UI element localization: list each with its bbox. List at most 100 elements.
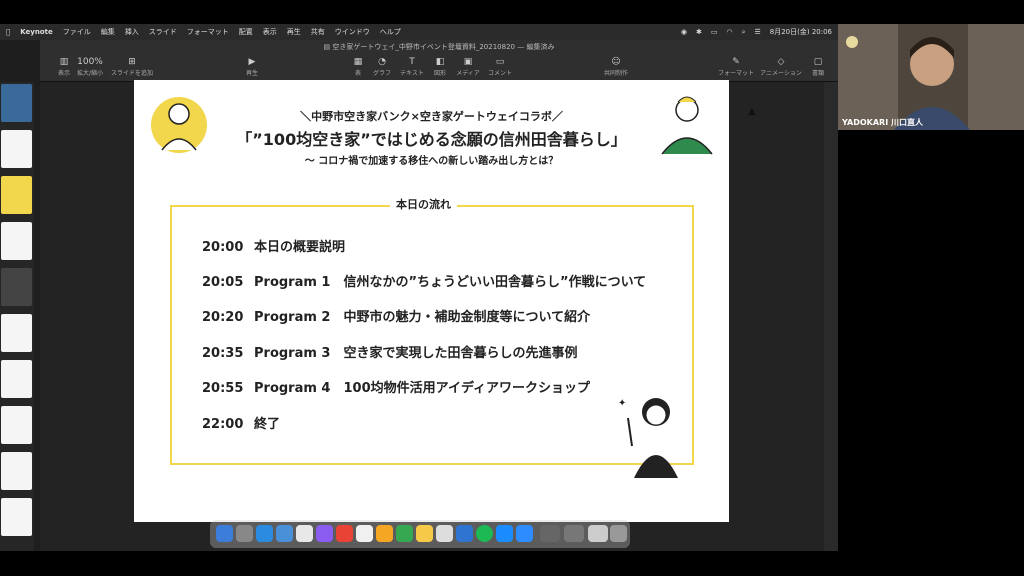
- slack-icon[interactable]: [296, 525, 313, 542]
- numbers-icon[interactable]: [396, 525, 413, 542]
- slide-thumbnail[interactable]: [1, 360, 32, 398]
- comment-icon: ▭: [495, 57, 505, 67]
- chart-label: グラフ: [372, 70, 391, 77]
- schedule-item: 20:05 Program 1 信州なかの”ちょうどいい田舎暮らし”作戦について: [202, 271, 646, 290]
- finder-icon[interactable]: [216, 525, 233, 542]
- menu-bar:  Keynote ファイル 編集 挿入 スライド フォーマット 配置 表示 再…: [0, 24, 838, 40]
- window-title: 空き家ゲートウェイ_中野市イベント登壇資料_20210820: [332, 43, 515, 51]
- apple-icon[interactable]: : [6, 28, 10, 36]
- menu-play[interactable]: 再生: [287, 27, 301, 37]
- clock[interactable]: 8月20日(金) 20:06: [770, 27, 832, 37]
- mail-icon[interactable]: [276, 525, 293, 542]
- add-slide-icon: ⊞: [128, 57, 136, 67]
- zoom-app-icon[interactable]: [516, 525, 533, 542]
- schedule-text: 終了: [254, 417, 281, 432]
- menu-insert[interactable]: 挿入: [125, 27, 139, 37]
- schedule-time: 20:05: [202, 275, 244, 290]
- launchpad-icon[interactable]: [236, 525, 253, 542]
- collaborate-button[interactable]: ☺ 共同制作: [596, 56, 636, 77]
- slide-thumbnail[interactable]: [1, 130, 32, 168]
- status-area: ◉ ✱ ▭ ◠ ⌕ ☰ 8月20日(金) 20:06: [672, 27, 832, 37]
- wifi-icon[interactable]: ◠: [726, 28, 732, 36]
- slide-thumbnail[interactable]: [1, 222, 32, 260]
- edited-status: — 編集済み: [517, 43, 555, 51]
- control-center-icon[interactable]: ☰: [754, 28, 760, 36]
- schedule-text: Program 2 中野市の魅力・補助金制度等について紹介: [254, 310, 591, 325]
- slide-thumbnail[interactable]: [1, 268, 32, 306]
- comment-button[interactable]: ▭ コメント: [480, 56, 520, 77]
- schedule-item: 20:00 本日の概要説明: [202, 236, 345, 255]
- menu-arrange[interactable]: 配置: [239, 27, 253, 37]
- slide-thumbnail[interactable]: [1, 452, 32, 490]
- schedule-item: 22:00 終了: [202, 413, 280, 432]
- notes-icon[interactable]: [356, 525, 373, 542]
- schedule-text: Program 1 信州なかの”ちょうどいい田舎暮らし”作戦について: [254, 275, 647, 290]
- app-store-icon[interactable]: [496, 525, 513, 542]
- pages-icon[interactable]: [416, 525, 433, 542]
- record-icon[interactable]: ◉: [681, 28, 687, 36]
- schedule-time: 20:35: [202, 346, 244, 361]
- menu-window[interactable]: ウインドウ: [335, 27, 370, 37]
- schedule-time: 20:00: [202, 240, 244, 255]
- slide[interactable]: ＼中野市空き家バンク×空き家ゲートウェイコラボ／ 「”100均空き家”ではじめる…: [134, 80, 729, 522]
- zoom-label: 拡大/縮小: [76, 70, 104, 77]
- animate-label: アニメーション: [760, 70, 802, 77]
- window-thumbnail-icon[interactable]: [564, 525, 584, 542]
- keynote-icon[interactable]: [456, 525, 473, 542]
- bluetooth-icon[interactable]: ✱: [696, 28, 702, 36]
- play-button[interactable]: ▶ 再生: [232, 56, 272, 77]
- chrome-icon[interactable]: [336, 525, 353, 542]
- slide-thumbnail[interactable]: [1, 84, 32, 122]
- menu-view[interactable]: 表示: [263, 27, 277, 37]
- messenger-icon[interactable]: [316, 525, 333, 542]
- slide-thumbnail[interactable]: [1, 176, 32, 214]
- slide-subtitle-top: ＼中野市空き家バンク×空き家ゲートウェイコラボ／: [300, 110, 563, 123]
- photos-icon[interactable]: [376, 525, 393, 542]
- window-thumbnail-icon[interactable]: [540, 525, 560, 542]
- play-label: 再生: [245, 70, 258, 77]
- slide-thumbnail[interactable]: [1, 406, 32, 444]
- trash-icon[interactable]: [610, 525, 627, 542]
- document-icon: ▢: [813, 57, 823, 67]
- add-slide-button[interactable]: ⊞ スライドを追加: [108, 56, 156, 77]
- zoom-value: 100%: [77, 57, 103, 67]
- slide-thumbnail[interactable]: [1, 498, 32, 536]
- media-label: メディア: [456, 70, 480, 77]
- menu-app-name[interactable]: Keynote: [20, 28, 53, 36]
- menu-slide[interactable]: スライド: [149, 27, 177, 37]
- slide-subtitle-bottom: 〜 コロナ禍で加速する移住への新しい踏み出し方とは？: [304, 156, 559, 167]
- slide-thumbnail[interactable]: [1, 314, 32, 352]
- mouse-cursor-icon: ▲: [748, 106, 756, 117]
- collaborate-icon: ☺: [611, 57, 621, 67]
- shape-label: 図形: [433, 70, 446, 77]
- play-icon: ▶: [248, 57, 256, 67]
- schedule-text: Program 4 100均物件活用アイディアワークショップ: [254, 381, 591, 396]
- spotify-icon[interactable]: [476, 525, 493, 542]
- window-thumbnail-icon[interactable]: [588, 525, 608, 542]
- document-label: 書類: [811, 70, 824, 77]
- menu-file[interactable]: ファイル: [63, 27, 91, 37]
- search-icon[interactable]: ⌕: [742, 28, 746, 37]
- document-button[interactable]: ▢ 書類: [798, 56, 838, 77]
- format-button[interactable]: ✎ フォーマット: [716, 56, 756, 77]
- schedule-text: 本日の概要説明: [254, 240, 346, 255]
- schedule-item: 20:35 Program 3 空き家で実現した田舎暮らしの先進事例: [202, 342, 577, 361]
- toolbar: ▥ 表示 100% 拡大/縮小 ⊞ スライドを追加 ▶ 再生 ▦ 表 ◔ グラフ T テキスト…: [40, 54, 838, 82]
- menu-help[interactable]: ヘルプ: [380, 27, 401, 37]
- schedule-title: 本日の流れ: [390, 196, 457, 212]
- schedule-time: 22:00: [202, 417, 244, 432]
- woman-illustration: ✦: [618, 398, 678, 478]
- menu-format[interactable]: フォーマット: [187, 27, 229, 37]
- menu-share[interactable]: 共有: [311, 27, 325, 37]
- battery-icon[interactable]: ▭: [711, 28, 718, 36]
- schedule-item: 20:20 Program 2 中野市の魅力・補助金制度等について紹介: [202, 306, 590, 325]
- webcam-video: [838, 24, 1024, 130]
- safari-icon[interactable]: [256, 525, 273, 542]
- schedule-time: 20:55: [202, 381, 244, 396]
- menu-edit[interactable]: 編集: [101, 27, 115, 37]
- format-icon: ✎: [732, 57, 740, 67]
- zoom-button[interactable]: 100% 拡大/縮小: [70, 56, 110, 77]
- calendar-icon[interactable]: [436, 525, 453, 542]
- slide-navigator: [0, 82, 34, 551]
- format-label: フォーマット: [717, 70, 754, 77]
